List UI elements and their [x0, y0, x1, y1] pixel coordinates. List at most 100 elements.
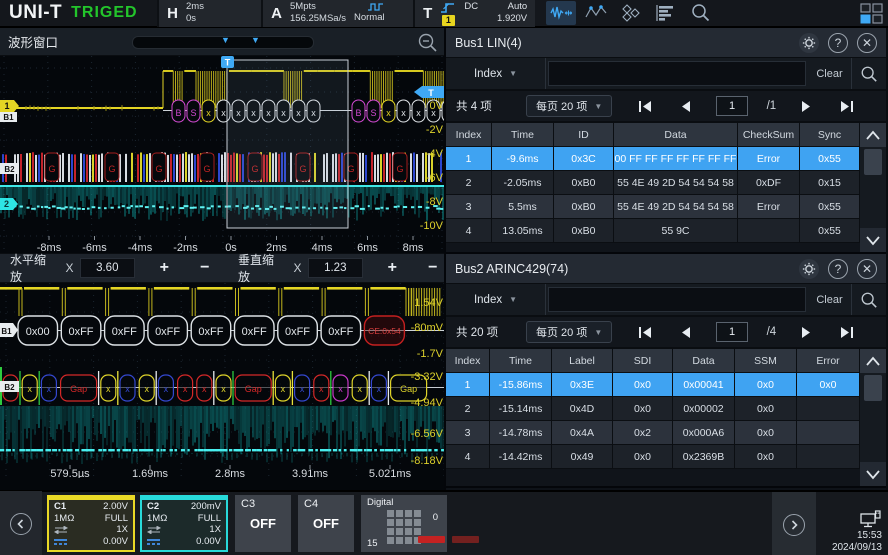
- column-header[interactable]: Error: [797, 349, 860, 372]
- next-page-button[interactable]: [795, 322, 817, 342]
- h-zoom-decrease-button[interactable]: −: [194, 258, 216, 278]
- chevron-down-icon: ▼: [594, 328, 602, 337]
- close-icon[interactable]: ✕: [857, 33, 877, 53]
- table-cell: 00 FF FF FF FF FF FF FF: [614, 147, 738, 170]
- bus1-filter-dropdown[interactable]: Index▼: [446, 58, 546, 89]
- column-header[interactable]: Index: [446, 123, 492, 146]
- column-header[interactable]: CheckSum: [738, 123, 800, 146]
- svg-text:G: G: [155, 164, 162, 174]
- last-page-button[interactable]: [835, 96, 857, 116]
- marker-b-icon[interactable]: ▼: [251, 35, 260, 45]
- table-scrollbar[interactable]: [860, 123, 886, 252]
- horizontal-position-slider[interactable]: ▼ ▼: [132, 36, 314, 49]
- v-zoom-decrease-button[interactable]: −: [422, 258, 444, 278]
- h-zoom-value[interactable]: 3.60: [80, 258, 136, 278]
- waveform-pan-tool-button[interactable]: [546, 1, 576, 25]
- channel1-block[interactable]: C12.00V 1MΩFULL 1X 0.00V: [47, 495, 135, 552]
- scroll-left-button[interactable]: [10, 513, 32, 535]
- table-row[interactable]: 35.5ms0xB055 4E 49 2D 54 54 54 58Error0x…: [446, 195, 860, 219]
- table-row[interactable]: 2-2.05ms0xB055 4E 49 2D 54 54 54 580xDF0…: [446, 171, 860, 195]
- digital-channel-grid-icon: [387, 510, 421, 544]
- column-header[interactable]: Index: [446, 349, 490, 372]
- help-icon[interactable]: ?: [828, 33, 848, 53]
- bus2-page-number[interactable]: 1: [716, 322, 748, 342]
- scroll-down-icon[interactable]: [860, 228, 886, 252]
- digital-channels-block[interactable]: Digital 0 15: [361, 495, 447, 552]
- acquire-section[interactable]: A 5Mpts 156.25MSa/s Normal: [261, 0, 413, 27]
- svg-text:4ms: 4ms: [312, 242, 333, 253]
- svg-text:x: x: [377, 384, 382, 394]
- table-row[interactable]: 1-9.6ms0x3C00 FF FF FF FF FF FF FFError0…: [446, 147, 860, 171]
- zoom-out-icon[interactable]: [417, 32, 438, 53]
- search-tool-button[interactable]: [686, 1, 716, 25]
- ch2-bandwidth: FULL: [198, 514, 221, 524]
- horizontal-section[interactable]: H 2ms 0s: [157, 0, 261, 27]
- column-header[interactable]: Time: [490, 349, 552, 372]
- column-header[interactable]: Data: [614, 123, 738, 146]
- scroll-up-icon[interactable]: [860, 349, 886, 373]
- prev-page-button[interactable]: [675, 322, 697, 342]
- bus2-clear-button[interactable]: Clear: [808, 284, 852, 315]
- trend-plot-tool-button[interactable]: [581, 1, 611, 25]
- window-layout-button[interactable]: [860, 3, 883, 24]
- bus2-per-page-dropdown[interactable]: 每页 20 项▼: [526, 321, 612, 343]
- channel3-block[interactable]: C3 OFF: [235, 495, 291, 552]
- svg-text:6ms: 6ms: [357, 242, 378, 253]
- prev-page-button[interactable]: [675, 96, 697, 116]
- h-zoom-increase-button[interactable]: +: [153, 258, 175, 278]
- table-row[interactable]: 1-15.86ms0x3E0x00x000410x00x0: [446, 373, 860, 397]
- page-indicator-active[interactable]: [418, 536, 445, 543]
- page-indicator-inactive[interactable]: [452, 536, 479, 543]
- column-header[interactable]: SDI: [613, 349, 673, 372]
- table-cell: -2.05ms: [492, 171, 554, 194]
- bus2-search-button[interactable]: [852, 284, 886, 315]
- column-header[interactable]: Time: [492, 123, 554, 146]
- bus1-search-button[interactable]: [852, 58, 886, 89]
- bus1-per-page-dropdown[interactable]: 每页 20 项▼: [526, 95, 612, 117]
- table-cell: 1: [446, 147, 492, 170]
- scroll-down-icon[interactable]: [860, 462, 886, 486]
- v-zoom-increase-button[interactable]: +: [381, 258, 403, 278]
- table-row[interactable]: 3-14.78ms0x4A0x20x000A60x0: [446, 421, 860, 445]
- marker-a-icon[interactable]: ▼: [221, 35, 230, 45]
- table-row[interactable]: 413.05ms0xB055 9C0x55: [446, 219, 860, 243]
- histogram-tool-button[interactable]: [651, 1, 681, 25]
- svg-text:x: x: [401, 108, 406, 118]
- v-zoom-value[interactable]: 1.23: [308, 258, 364, 278]
- settings-icon[interactable]: [799, 259, 819, 279]
- first-page-button[interactable]: [635, 96, 657, 116]
- channel4-block[interactable]: C4 OFF: [298, 495, 354, 552]
- table-row[interactable]: 4-14.42ms0x490x00x2369B0x0: [446, 445, 860, 469]
- table-cell: 0x00002: [673, 397, 735, 420]
- last-page-button[interactable]: [835, 322, 857, 342]
- bus1-page-number[interactable]: 1: [716, 96, 748, 116]
- svg-text:G: G: [108, 164, 115, 174]
- scroll-right-button[interactable]: [783, 514, 805, 536]
- first-page-button[interactable]: [635, 322, 657, 342]
- next-page-button[interactable]: [795, 96, 817, 116]
- bus2-filter-dropdown[interactable]: Index▼: [446, 284, 546, 315]
- help-icon[interactable]: ?: [828, 259, 848, 279]
- table-row[interactable]: 2-15.14ms0x4D0x00x000020x0: [446, 397, 860, 421]
- column-header[interactable]: SSM: [735, 349, 797, 372]
- bus1-clear-button[interactable]: Clear: [808, 58, 852, 89]
- svg-text:G: G: [203, 164, 210, 174]
- horizontal-zoom-label: 水平缩放: [10, 251, 51, 285]
- column-header[interactable]: Data: [673, 349, 735, 372]
- column-header[interactable]: ID: [554, 123, 614, 146]
- table-scrollbar[interactable]: [860, 349, 886, 486]
- bus1-search-input[interactable]: [548, 61, 806, 86]
- table-cell: Error: [738, 147, 800, 170]
- scroll-up-icon[interactable]: [860, 123, 886, 147]
- bus2-search-input[interactable]: [548, 287, 806, 312]
- zoom-window-region[interactable]: [227, 60, 348, 228]
- column-header[interactable]: Label: [552, 349, 613, 372]
- channel2-block[interactable]: C2200mV 1MΩFULL 1X 0.00V: [140, 495, 228, 552]
- collapse-left-box: [0, 491, 42, 555]
- close-icon[interactable]: ✕: [857, 259, 877, 279]
- xy-mode-tool-button[interactable]: [616, 1, 646, 25]
- trigger-section[interactable]: T 1 DC Auto 1.920V: [413, 0, 535, 27]
- column-header[interactable]: Sync: [800, 123, 860, 146]
- svg-text:-80mV: -80mV: [411, 322, 444, 334]
- settings-icon[interactable]: [799, 33, 819, 53]
